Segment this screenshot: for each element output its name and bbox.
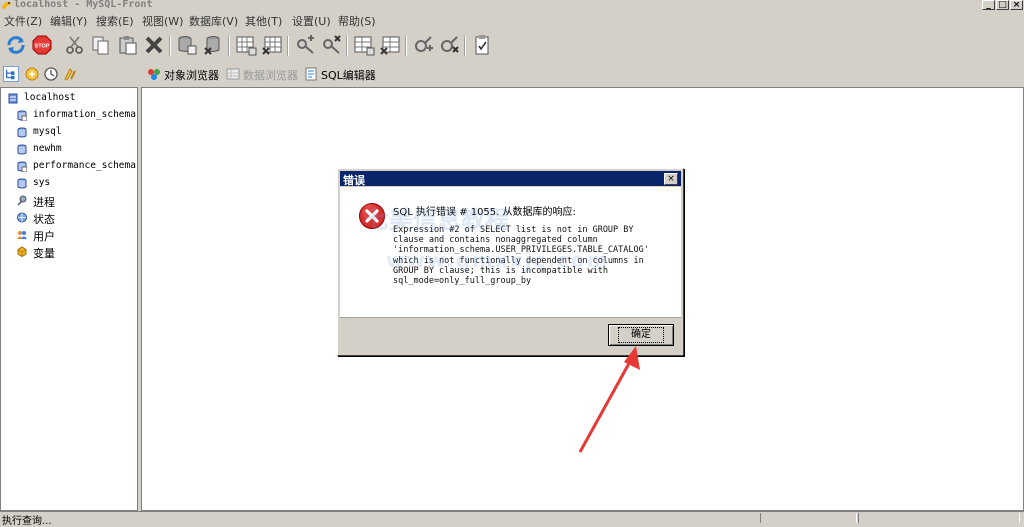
tree-item-label: mysql	[33, 126, 62, 137]
history-icon[interactable]	[43, 66, 59, 82]
tree-item-label: 变量	[33, 247, 55, 260]
drop-table-icon[interactable]	[261, 34, 283, 56]
maximize-button[interactable]: □	[996, 0, 1009, 10]
watermark-url: www.qmxxjc.com	[386, 248, 610, 272]
tree-item-label: localhost	[24, 92, 76, 103]
tree-item-status[interactable]: 状态	[17, 211, 127, 226]
window-title: localhost - MySQL-Front	[14, 0, 153, 10]
new-record-icon[interactable]	[353, 34, 375, 56]
tab-data-browser[interactable]: 数据浏览器	[243, 67, 298, 83]
status-icon	[17, 212, 27, 223]
tree-item-database[interactable]: mysql	[17, 126, 137, 140]
toolbar-separator	[228, 36, 230, 56]
copy-icon[interactable]	[90, 34, 112, 56]
menu-other[interactable]: 其他(T)	[245, 13, 282, 29]
tree-item-database[interactable]: performance_schema	[17, 160, 137, 174]
toolbar-separator	[169, 36, 171, 56]
menu-view[interactable]: 视图(W)	[142, 13, 183, 29]
toolbar-separator	[287, 36, 289, 56]
drop-database-icon[interactable]	[202, 34, 224, 56]
menu-settings[interactable]: 设置(U)	[292, 13, 331, 29]
watermark-text: 七美信息教程	[365, 206, 509, 234]
menu-file[interactable]: 文件(Z)	[4, 13, 42, 29]
delete-user-icon[interactable]	[438, 34, 460, 56]
data-browser-icon	[226, 68, 240, 80]
tree-item-processes[interactable]: 进程	[17, 194, 127, 209]
tree-item-label: 进程	[33, 196, 55, 209]
database-icon	[17, 178, 27, 189]
toolbar-separator	[346, 36, 348, 56]
tree-item-database[interactable]: information_schema	[17, 109, 137, 123]
annotation-arrow	[578, 346, 640, 453]
menu-search[interactable]: 搜索(E)	[96, 13, 134, 29]
system-database-icon	[17, 110, 27, 121]
paste-icon[interactable]	[117, 34, 139, 56]
svg-text:STOP: STOP	[35, 44, 50, 50]
variables-icon	[17, 246, 27, 257]
toolbar-separator	[405, 36, 407, 56]
system-database-icon	[17, 161, 27, 172]
database-icon	[17, 144, 27, 155]
sql-editor-icon	[305, 67, 317, 81]
object-tree: localhost information_schema mysql newhm…	[0, 87, 138, 511]
process-icon	[17, 195, 27, 206]
object-browser-icon	[148, 69, 160, 80]
tree-view-icon[interactable]	[3, 66, 19, 82]
tree-item-users[interactable]: 用户	[17, 228, 127, 243]
drop-field-icon[interactable]	[320, 34, 342, 56]
tree-item-database[interactable]: newhm	[17, 143, 137, 157]
dialog-close-button[interactable]: ×	[664, 173, 678, 185]
status-cell	[760, 513, 857, 523]
menu-edit[interactable]: 编辑(Y)	[50, 13, 87, 29]
tree-item-label: 状态	[33, 213, 55, 226]
main-toolbar: STOP	[0, 30, 1024, 62]
window-titlebar: localhost - MySQL-Front _ □ ×	[0, 0, 1024, 11]
dialog-title: 错误	[343, 174, 365, 187]
toolbar-separator	[464, 36, 466, 56]
status-bar: 执行查询...	[0, 511, 1024, 527]
delete-record-icon[interactable]	[379, 34, 401, 56]
cut-icon[interactable]	[64, 34, 86, 56]
tree-item-label: 用户	[33, 230, 55, 243]
minimize-button[interactable]: _	[982, 0, 995, 10]
server-icon	[8, 93, 18, 104]
favorites-icon[interactable]	[24, 66, 40, 82]
users-icon	[17, 231, 27, 239]
menu-bar: 文件(Z) 编辑(Y) 搜索(E) 视图(W) 数据库(V) 其他(T) 设置(…	[0, 11, 1024, 29]
menu-help[interactable]: 帮助(S)	[338, 13, 376, 29]
mysql-front-app-icon	[2, 1, 11, 9]
tab-sql-editor[interactable]: SQL编辑器	[321, 67, 376, 83]
snippets-icon[interactable]	[62, 66, 78, 82]
refresh-icon[interactable]	[5, 34, 27, 56]
status-cell	[858, 513, 1020, 523]
close-window-button[interactable]: ×	[1010, 0, 1023, 10]
properties-icon[interactable]	[471, 34, 493, 56]
new-table-icon[interactable]	[235, 34, 257, 56]
database-icon	[17, 127, 27, 138]
tree-item-variables[interactable]: 变量	[17, 245, 127, 260]
tree-item-label: newhm	[33, 143, 62, 154]
delete-icon[interactable]	[143, 34, 165, 56]
new-user-icon[interactable]	[412, 34, 434, 56]
stop-icon[interactable]: STOP	[31, 34, 53, 56]
view-bar: 对象浏览器 数据浏览器 SQL编辑器	[0, 63, 1024, 85]
status-text: 执行查询...	[2, 516, 52, 527]
tree-item-label: sys	[33, 177, 51, 188]
tree-item-label: performance_schema	[33, 160, 136, 171]
tree-item-localhost[interactable]: localhost	[8, 92, 128, 106]
tree-item-database[interactable]: sys	[17, 177, 137, 191]
dialog-titlebar: 错误 ×	[340, 171, 681, 187]
menu-database[interactable]: 数据库(V)	[189, 13, 238, 29]
tree-item-label: information_schema	[33, 109, 136, 120]
tab-object-browser[interactable]: 对象浏览器	[164, 67, 219, 83]
new-field-icon[interactable]	[294, 34, 316, 56]
new-database-icon[interactable]	[176, 34, 198, 56]
